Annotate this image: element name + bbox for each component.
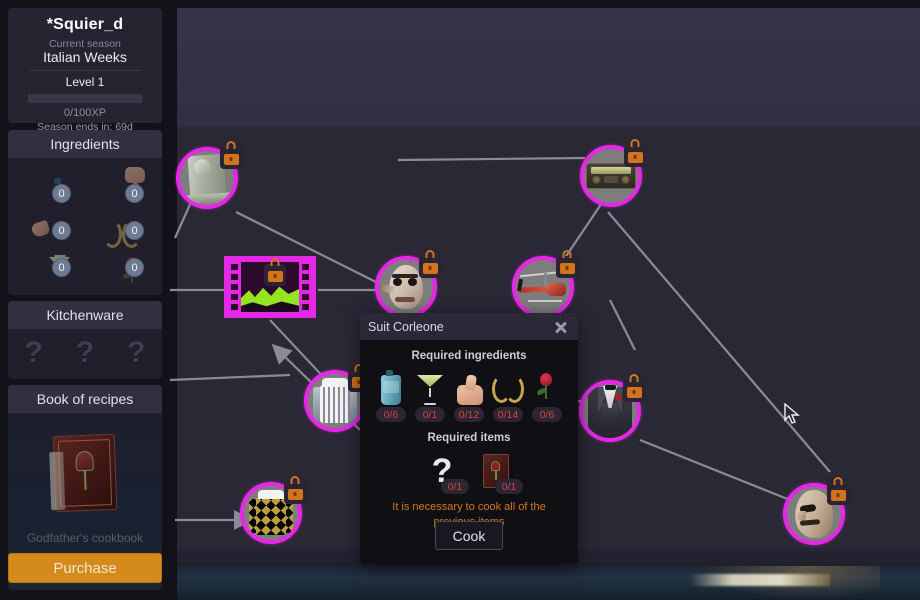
node-mask[interactable] [375, 250, 441, 318]
required-ingredients-title: Required ingredients [411, 350, 527, 362]
ingredient-slot-rose[interactable]: 0 [85, 238, 158, 283]
ingredient-slot-laurel-wreath[interactable]: 0 [85, 201, 158, 240]
node-face[interactable] [783, 477, 849, 545]
required-count: 0/14 [493, 407, 523, 422]
required-ingredient-water-jug[interactable]: 0/6 [375, 369, 407, 422]
node-suit[interactable] [579, 374, 645, 442]
ingredients-grid: 0 0 0 0 0 0 [8, 158, 162, 283]
level-label: Level 1 [65, 75, 105, 89]
required-ingredient-thumbs-up[interactable]: 0/12 [453, 369, 485, 422]
kitchenware-slot-locked[interactable]: ? [25, 336, 43, 370]
required-ingredients-list: 0/6 0/1 0/12 0/14 0/6 [360, 369, 578, 422]
padlock-icon [220, 141, 242, 169]
padlock-icon [827, 477, 849, 505]
node-statue[interactable] [176, 141, 242, 209]
kitchenware-panel: Kitchenware ? ? ? [8, 301, 162, 379]
required-count: 0/6 [532, 407, 562, 422]
required-count: 0/12 [454, 407, 484, 422]
required-count: 0/1 [441, 479, 469, 494]
node-film[interactable] [224, 256, 316, 318]
node-helicopter[interactable] [512, 250, 578, 318]
laurel-wreath-icon [492, 369, 524, 405]
padlock-icon [284, 476, 306, 504]
required-ingredient-rose[interactable]: 0/6 [531, 369, 563, 422]
node-shirt[interactable] [304, 364, 370, 432]
thumbs-up-icon [454, 369, 484, 405]
ingredient-slot-water-jug[interactable]: 0 [12, 164, 85, 203]
purchase-button[interactable]: Purchase [8, 553, 162, 583]
required-count: 0/1 [415, 407, 445, 422]
book-of-recipes-body: Godfather's cookbook Purchase [8, 413, 162, 589]
cook-button[interactable]: Cook [435, 521, 503, 550]
node-gold-shirt[interactable] [240, 476, 306, 544]
cookbook-icon [49, 433, 118, 513]
ingredient-slot-martini-glass[interactable]: 0 [12, 238, 85, 277]
padlock-icon [264, 258, 286, 286]
close-icon[interactable] [552, 318, 570, 336]
ingredient-count: 0 [125, 258, 144, 277]
book-of-recipes-title: Book of recipes [8, 385, 162, 413]
required-count: 0/1 [495, 479, 523, 494]
node-boombox[interactable] [580, 139, 646, 207]
player-profile-card: *Squier_d Current season Italian Weeks L… [8, 8, 162, 133]
kitchenware-title: Kitchenware [8, 301, 162, 329]
ingredient-count: 0 [52, 258, 71, 277]
xp-progress-bar [28, 94, 142, 103]
season-name: Italian Weeks [43, 49, 127, 65]
required-item-unknown[interactable]: ? 0/1 [421, 450, 469, 494]
rose-icon [536, 369, 558, 405]
ingredient-slot-pinched-fingers[interactable]: 0 [12, 201, 85, 240]
ingredients-title: Ingredients [8, 130, 162, 158]
padlock-icon [623, 374, 645, 402]
xp-text: 0/100XP [63, 107, 107, 119]
martini-glass-icon [417, 369, 443, 405]
recipe-dialog: Suit Corleone Required ingredients 0/6 0… [360, 313, 578, 564]
required-items-title: Required items [427, 432, 511, 444]
required-ingredient-laurel-wreath[interactable]: 0/14 [492, 369, 524, 422]
padlock-icon [624, 139, 646, 167]
water-jug-icon [381, 369, 401, 405]
padlock-icon [419, 250, 441, 278]
ingredients-panel: Ingredients 0 0 0 0 0 0 [8, 130, 162, 295]
required-items-list: ? 0/1 0/1 [360, 450, 578, 494]
required-count: 0/6 [376, 407, 406, 422]
dialog-title: Suit Corleone [368, 319, 444, 334]
divider [30, 70, 140, 71]
book-of-recipes-panel: Book of recipes Godfather's cookbook Pur… [8, 385, 162, 590]
ingredient-slot-thumbs-up[interactable]: 0 [85, 164, 158, 203]
required-ingredient-martini-glass[interactable]: 0/1 [414, 369, 446, 422]
cookbook-title: Godfather's cookbook [26, 531, 144, 545]
required-item-cookbook[interactable]: 0/1 [475, 450, 523, 494]
padlock-icon [556, 250, 578, 278]
player-name: *Squier_d [46, 16, 124, 33]
kitchenware-slot-locked[interactable]: ? [127, 336, 145, 370]
left-sidebar: *Squier_d Current season Italian Weeks L… [0, 0, 170, 600]
kitchenware-slot-locked[interactable]: ? [76, 336, 94, 370]
kitchenware-slots: ? ? ? [8, 329, 162, 377]
dialog-header: Suit Corleone [360, 313, 578, 340]
